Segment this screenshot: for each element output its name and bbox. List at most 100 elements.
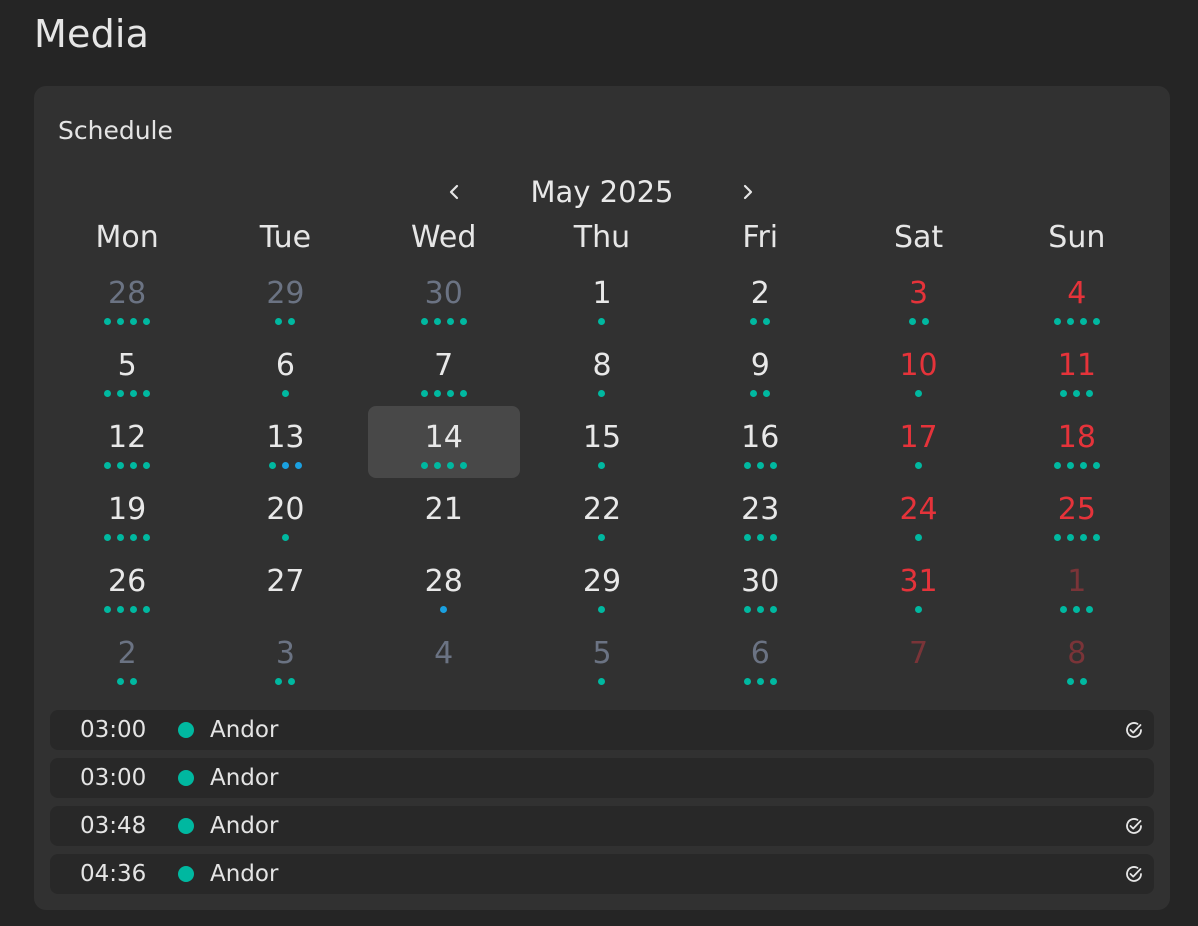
calendar-day[interactable]: 7 [365,334,523,406]
check-circle-icon[interactable] [1124,816,1144,836]
calendar-day[interactable]: 10 [839,334,997,406]
event-time: 03:00 [80,717,147,743]
calendar-day[interactable]: 5 [523,622,681,694]
schedule-card: Schedule May 2025 Mon Tue Wed Thu Fri Sa… [34,86,1170,910]
calendar-day[interactable]: 1 [523,262,681,334]
event-dot [281,390,289,397]
event-dots [523,678,681,686]
next-month-button[interactable] [728,172,768,212]
event-dot [915,462,923,469]
event-dots [681,318,839,326]
calendar-day[interactable]: 13 [206,406,364,478]
calendar-day[interactable]: 27 [206,550,364,622]
event-dots [206,606,364,614]
calendar-day[interactable]: 11 [998,334,1156,406]
event-dot [143,318,151,325]
calendar-day[interactable]: 17 [839,406,997,478]
event-dot [459,462,467,469]
calendar-day[interactable]: 6 [206,334,364,406]
day-number: 27 [266,564,305,599]
event-dot [763,390,771,397]
event-dot [750,318,758,325]
event-dot [750,390,758,397]
calendar-day[interactable]: 20 [206,478,364,550]
calendar-day[interactable]: 3 [206,622,364,694]
event-dots [839,462,997,470]
calendar-day[interactable]: 3 [839,262,997,334]
event-dot [1066,318,1074,325]
event-dot [1053,462,1061,469]
calendar-day[interactable]: 29 [523,550,681,622]
event-dot [915,390,923,397]
event-title: Andor [210,765,279,791]
event-dot [433,390,441,397]
event-dot [288,678,296,685]
event-row[interactable]: 03:48 Andor [50,806,1154,846]
day-number: 16 [741,420,780,455]
calendar-day[interactable]: 7 [839,622,997,694]
calendar-day[interactable]: 4 [998,262,1156,334]
calendar-day[interactable]: 23 [681,478,839,550]
check-circle-icon[interactable] [1124,864,1144,884]
calendar-day[interactable]: 8 [998,622,1156,694]
event-dot [1079,318,1087,325]
calendar-day[interactable]: 6 [681,622,839,694]
event-dots [365,534,523,542]
calendar-day[interactable]: 21 [365,478,523,550]
calendar-day[interactable]: 2 [681,262,839,334]
calendar-day[interactable]: 24 [839,478,997,550]
calendar-day[interactable]: 29 [206,262,364,334]
calendar-day[interactable]: 30 [365,262,523,334]
day-number: 6 [750,636,770,671]
calendar-day[interactable]: 14 [365,406,523,478]
event-row[interactable]: 03:00 Andor [50,758,1154,798]
event-dot [130,390,138,397]
calendar-day[interactable]: 8 [523,334,681,406]
event-dot [446,318,454,325]
calendar-day[interactable]: 2 [48,622,206,694]
event-row[interactable]: 04:36 Andor [50,854,1154,894]
chevron-left-icon [449,184,459,200]
event-dot [117,606,125,613]
calendar-day[interactable]: 28 [365,550,523,622]
day-number: 3 [275,636,295,671]
calendar-day[interactable]: 15 [523,406,681,478]
calendar-day[interactable]: 19 [48,478,206,550]
calendar-day[interactable]: 22 [523,478,681,550]
day-number: 28 [424,564,463,599]
day-number: 25 [1057,492,1096,527]
calendar-day[interactable]: 5 [48,334,206,406]
calendar-day[interactable]: 18 [998,406,1156,478]
calendar-day[interactable]: 31 [839,550,997,622]
calendar-day[interactable]: 16 [681,406,839,478]
event-dot [598,462,606,469]
event-dots [839,606,997,614]
calendar-day[interactable]: 4 [365,622,523,694]
calendar-day[interactable]: 9 [681,334,839,406]
event-dot [420,390,428,397]
prev-month-button[interactable] [434,172,474,212]
event-row[interactable]: 03:00 Andor [50,710,1154,750]
event-dot [1073,390,1081,397]
weekday-sat: Sat [893,220,944,255]
event-dots [48,462,206,470]
check-circle-icon[interactable] [1124,720,1144,740]
calendar-day[interactable]: 12 [48,406,206,478]
event-dot [130,534,138,541]
event-dot [915,606,923,613]
calendar-day[interactable]: 30 [681,550,839,622]
day-number: 21 [424,492,463,527]
calendar-day[interactable]: 25 [998,478,1156,550]
day-number: 5 [592,636,612,671]
calendar-day[interactable]: 28 [48,262,206,334]
weekday-sun: Sun [1048,220,1106,255]
event-dot [908,318,916,325]
calendar-day[interactable]: 26 [48,550,206,622]
event-dot [1092,462,1100,469]
event-title: Andor [210,861,279,887]
event-dot [1060,390,1068,397]
event-dots [365,606,523,614]
calendar-day[interactable]: 1 [998,550,1156,622]
event-dots [206,462,364,470]
event-dot [288,318,296,325]
